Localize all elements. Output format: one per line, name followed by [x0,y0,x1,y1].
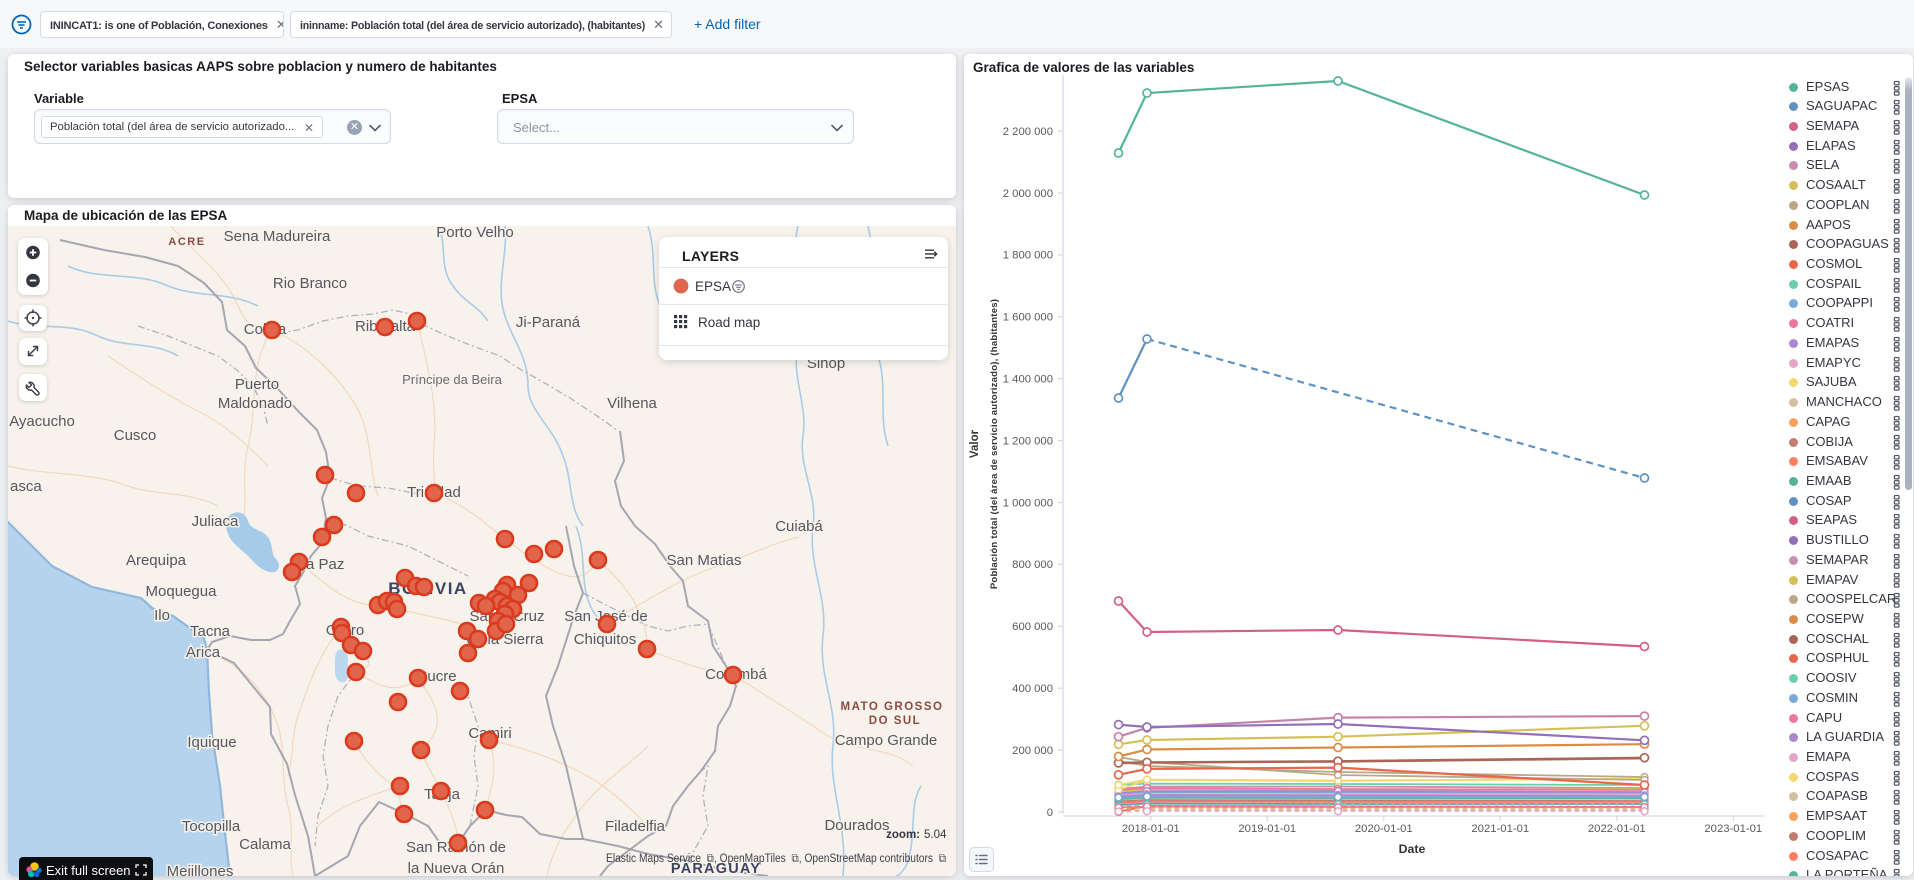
svg-text:Elastic Maps Service ⧉, OpenM: Elastic Maps Service ⧉, OpenMapTiles ⧉, … [606,851,946,865]
svg-text:2021-01-01: 2021-01-01 [1471,823,1529,835]
svg-text:Chiquitos: Chiquitos [574,631,637,648]
svg-text:2020-01-01: 2020-01-01 [1355,823,1413,835]
svg-text:Ji-Paraná: Ji-Paraná [516,314,581,331]
svg-text:San Matias: San Matias [666,552,741,569]
svg-text:Rio Branco: Rio Branco [273,275,347,292]
svg-text:Tacna: Tacna [190,623,231,640]
svg-text:Calama: Calama [239,836,291,853]
svg-text:Príncipe da Beira: Príncipe da Beira [402,372,502,387]
svg-text:la Nueva Orán: la Nueva Orán [408,860,505,876]
svg-text:2023-01-01: 2023-01-01 [1704,823,1762,835]
svg-text:Date: Date [1399,842,1426,856]
svg-text:Población total (del área de s: Población total (del área de servicio au… [989,299,1000,589]
svg-text:Vilhena: Vilhena [607,395,657,412]
svg-text:asca: asca [10,478,42,495]
svg-text:2 200 000: 2 200 000 [1003,126,1053,138]
svg-text:Juliaca: Juliaca [192,513,239,530]
svg-text:Valor: Valor [969,429,981,458]
svg-text:Puerto: Puerto [235,376,279,393]
svg-text:Filadelfia: Filadelfia [605,818,666,835]
svg-text:Tocopilla: Tocopilla [182,818,241,835]
svg-text:Ayacucho: Ayacucho [9,413,75,430]
svg-text:1 600 000: 1 600 000 [1003,312,1053,324]
svg-text:ACRE: ACRE [168,236,205,248]
svg-text:800 000: 800 000 [1012,559,1053,571]
svg-text:Arica: Arica [186,644,221,661]
svg-text:Arequipa: Arequipa [126,552,187,569]
svg-text:2019-01-01: 2019-01-01 [1238,823,1296,835]
svg-text:Porto Velho: Porto Velho [436,226,514,241]
svg-text:Moquegua: Moquegua [146,583,218,600]
svg-text:0: 0 [1047,807,1053,819]
svg-text:1 400 000: 1 400 000 [1003,374,1053,386]
svg-text:Sena Madureira: Sena Madureira [224,228,331,245]
svg-text:DO SUL: DO SUL [869,715,921,727]
svg-text:Cuiabá: Cuiabá [775,518,823,535]
svg-text:1 000 000: 1 000 000 [1003,497,1053,509]
svg-text:1 800 000: 1 800 000 [1003,250,1053,262]
svg-text:zoom:: zoom: [886,829,920,841]
svg-text:400 000: 400 000 [1012,683,1053,695]
svg-text:5.04: 5.04 [924,829,947,841]
svg-text:2022-01-01: 2022-01-01 [1588,823,1646,835]
svg-text:2018-01-01: 2018-01-01 [1122,823,1180,835]
svg-text:Mejillones: Mejillones [167,863,234,876]
svg-text:Ilo: Ilo [154,607,170,624]
svg-text:Campo Grande: Campo Grande [835,732,938,749]
svg-text:600 000: 600 000 [1012,621,1053,633]
svg-text:200 000: 200 000 [1012,745,1053,757]
svg-text:2 000 000: 2 000 000 [1003,188,1053,200]
svg-text:Cusco: Cusco [114,427,157,444]
svg-text:Iquique: Iquique [187,734,236,751]
svg-text:MATO GROSSO: MATO GROSSO [841,701,944,713]
svg-text:Maldonado: Maldonado [218,395,292,412]
svg-text:1 200 000: 1 200 000 [1003,435,1053,447]
svg-text:Dourados: Dourados [824,817,889,834]
